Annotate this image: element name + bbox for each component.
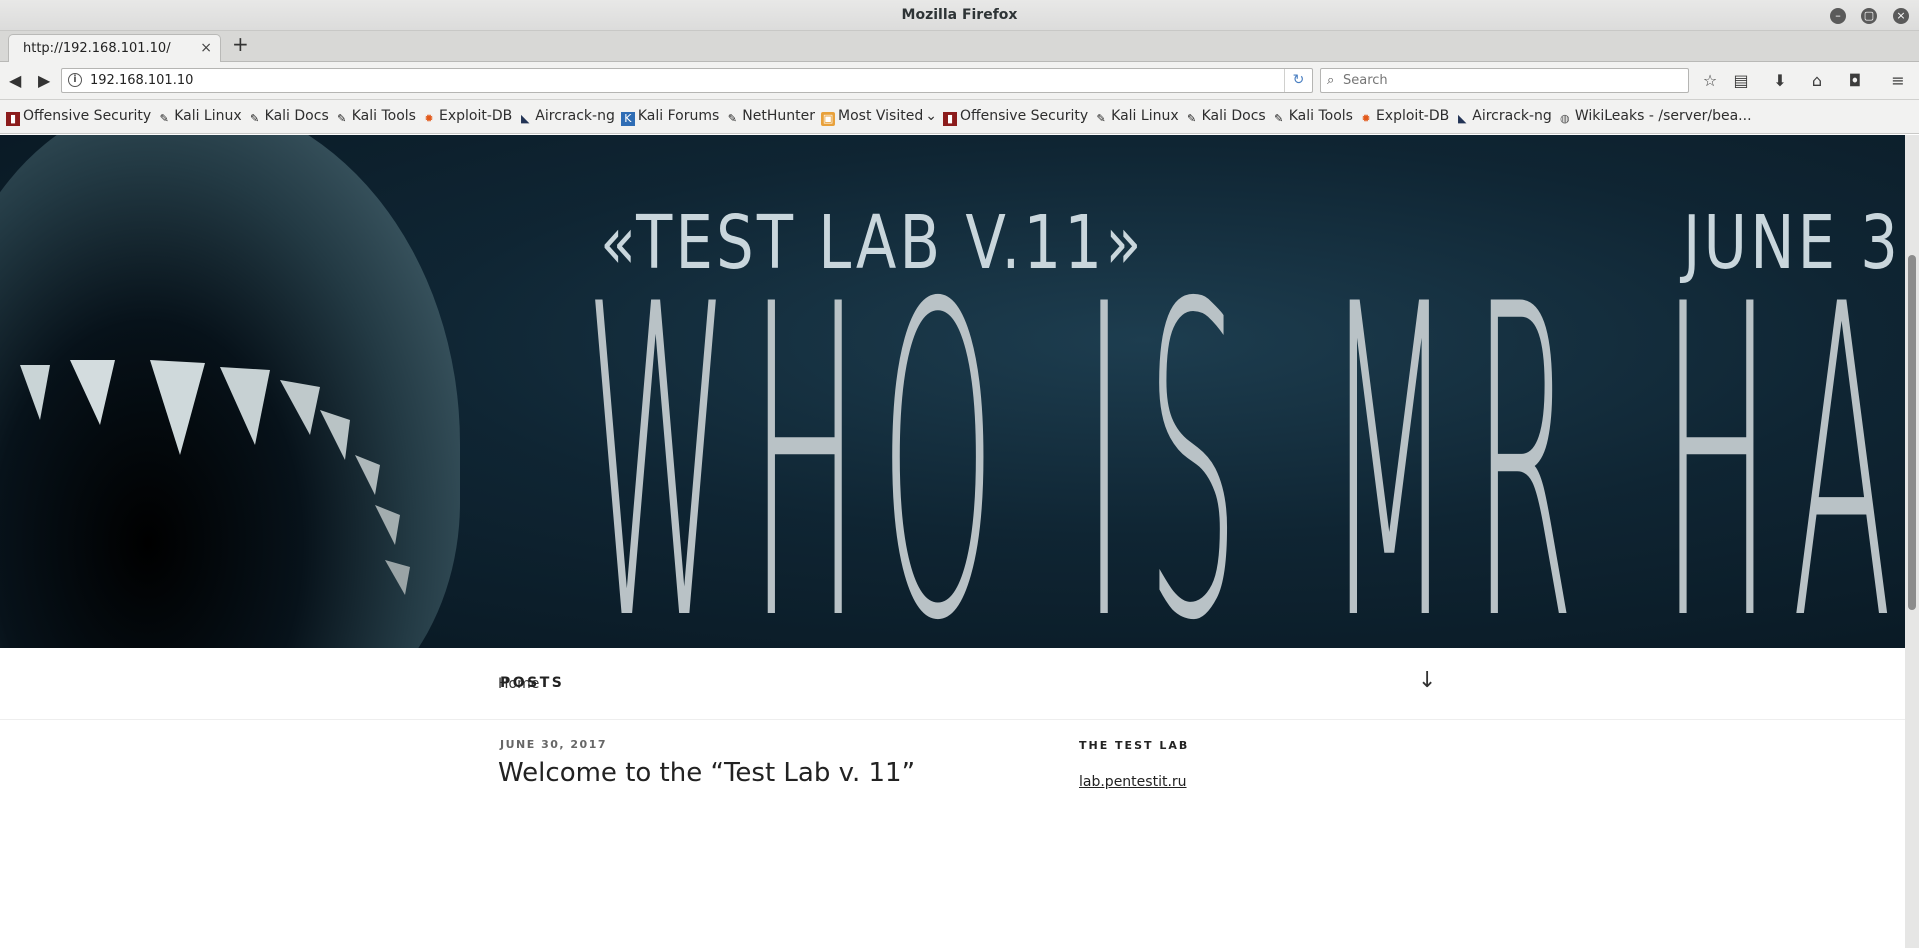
kali-icon: ✎ bbox=[727, 112, 737, 125]
bookmark-item[interactable]: ✹ Exploit-DB bbox=[422, 108, 512, 126]
window-titlebar: Mozilla Firefox – ▢ × bbox=[0, 0, 1919, 31]
bookmark-label: Exploit-DB bbox=[438, 108, 513, 124]
bookmark-label: Kali Linux bbox=[174, 108, 242, 124]
bookmark-item[interactable]: ✎ Kali Linux bbox=[1094, 108, 1179, 126]
chevron-down-icon: ⌄ bbox=[925, 108, 937, 124]
hero-title: WHO IS MR HACKE bbox=[585, 215, 1905, 648]
bookmark-item[interactable]: ▮ Offensive Security bbox=[6, 108, 151, 126]
bookmark-item[interactable]: ✎ Kali Docs bbox=[248, 108, 329, 126]
bookmarks-toolbar: ▮ Offensive Security ✎ Kali Linux ✎ Kali Docs… bbox=[0, 100, 1919, 134]
downloads-icon[interactable]: ⬇ bbox=[1770, 71, 1790, 90]
reload-icon[interactable]: ↻ bbox=[1284, 69, 1312, 92]
kali-icon: ✎ bbox=[337, 112, 347, 125]
kali-icon: ✎ bbox=[159, 112, 169, 125]
folder-icon: ▣ bbox=[821, 112, 836, 126]
page-viewport: «TEST LAB V.11» JUNE 30 WHO IS MR HACKE … bbox=[0, 135, 1905, 948]
site-info-icon[interactable]: i bbox=[68, 73, 82, 87]
search-icon: ⌕ bbox=[1327, 73, 1335, 88]
forum-icon: K bbox=[620, 112, 635, 126]
search-input[interactable] bbox=[1343, 71, 1673, 90]
new-tab-button[interactable]: + bbox=[232, 34, 249, 54]
scrollbar-thumb[interactable] bbox=[1908, 255, 1916, 610]
bookmark-item[interactable]: ◍ WikiLeaks - /server/bea... bbox=[1558, 108, 1752, 126]
kali-icon: ✎ bbox=[1274, 112, 1284, 125]
tab-close-icon[interactable]: × bbox=[200, 40, 212, 56]
page-scrollbar[interactable] bbox=[1905, 135, 1919, 948]
bookmark-label: Exploit-DB bbox=[1375, 108, 1450, 124]
close-window-button[interactable]: × bbox=[1893, 8, 1909, 24]
bookmark-star-icon[interactable]: ☆ bbox=[1700, 71, 1720, 90]
search-bar[interactable]: ⌕ bbox=[1320, 68, 1689, 93]
bookmark-item[interactable]: ▮ Offensive Security bbox=[942, 108, 1089, 126]
bookmark-label: Kali Linux bbox=[1111, 108, 1179, 124]
bookmark-label: Offensive Security bbox=[23, 108, 152, 124]
post-title[interactable]: Welcome to the “Test Lab v. 11” bbox=[498, 758, 915, 788]
bookmark-label: Kali Tools bbox=[351, 108, 416, 124]
bookmark-label: Kali Tools bbox=[1288, 108, 1353, 124]
minimize-button[interactable]: – bbox=[1830, 8, 1846, 24]
bookmark-item[interactable]: K Kali Forums bbox=[620, 108, 720, 126]
posts-heading: POSTS bbox=[500, 675, 565, 691]
header-image: «TEST LAB V.11» JUNE 30 WHO IS MR HACKE bbox=[0, 135, 1905, 648]
site-navigation: Home ↓ bbox=[0, 648, 1905, 720]
bookmark-label: Kali Docs bbox=[264, 108, 329, 124]
kali-icon: ✎ bbox=[1096, 112, 1106, 125]
menu-icon[interactable]: ≡ bbox=[1888, 71, 1908, 90]
maximize-button[interactable]: ▢ bbox=[1861, 8, 1877, 24]
bookmark-item[interactable]: ✹ Exploit-DB bbox=[1359, 108, 1449, 126]
navigation-toolbar: ◀ ▶ i 192.168.101.10 ↻ ⌕ ☆ ▤ ⬇ ⌂ ◘ ≡ bbox=[0, 62, 1919, 100]
pocket-icon[interactable]: ◘ bbox=[1845, 71, 1865, 90]
bookmark-item[interactable]: ✎ Kali Linux bbox=[157, 108, 242, 126]
back-arrow-icon[interactable]: ◀ bbox=[9, 71, 21, 90]
bookmark-label: Most Visited bbox=[838, 108, 924, 124]
bookmark-label: Aircrack-ng bbox=[1472, 108, 1552, 124]
bookmark-item[interactable]: ✎ Kali Tools bbox=[335, 108, 416, 126]
post-date[interactable]: JUNE 30, 2017 bbox=[500, 738, 607, 751]
widget-title: THE TEST LAB bbox=[1079, 739, 1190, 752]
tab-bar: http://192.168.101.10/ × bbox=[0, 31, 1919, 63]
offsec-icon: ▮ bbox=[6, 112, 20, 126]
bookmark-label: NetHunter bbox=[742, 108, 816, 124]
bookmark-item[interactable]: ◣ Aircrack-ng bbox=[1455, 108, 1552, 126]
bookmark-item[interactable]: ◣ Aircrack-ng bbox=[518, 108, 615, 126]
bookmark-label: Offensive Security bbox=[959, 108, 1089, 124]
bookmark-item[interactable]: ✎ Kali Docs bbox=[1185, 108, 1266, 126]
offsec-icon: ▮ bbox=[942, 112, 957, 126]
tab-active[interactable]: http://192.168.101.10/ × bbox=[8, 34, 221, 63]
aircrack-icon: ◣ bbox=[521, 112, 530, 125]
window-title: Mozilla Firefox bbox=[901, 7, 1018, 23]
wikileaks-icon: ◍ bbox=[1560, 112, 1570, 125]
exploitdb-icon: ✹ bbox=[424, 112, 434, 125]
kali-icon: ✎ bbox=[1187, 112, 1197, 125]
shark-teeth-image bbox=[20, 360, 410, 595]
bookmark-item[interactable]: ✎ NetHunter bbox=[725, 108, 815, 126]
url-text[interactable]: 192.168.101.10 bbox=[90, 73, 193, 88]
bookmark-label: WikiLeaks - /server/bea... bbox=[1574, 108, 1752, 124]
bookmark-label: Kali Forums bbox=[637, 108, 720, 124]
kali-icon: ✎ bbox=[250, 112, 260, 125]
bookmark-label: Aircrack-ng bbox=[535, 108, 615, 124]
reading-list-icon[interactable]: ▤ bbox=[1731, 71, 1751, 90]
tab-title: http://192.168.101.10/ bbox=[23, 41, 171, 56]
bookmark-item[interactable]: ▣ Most Visited ⌄ bbox=[821, 108, 937, 126]
aircrack-icon: ◣ bbox=[1458, 112, 1467, 125]
exploitdb-icon: ✹ bbox=[1361, 112, 1371, 125]
forward-arrow-icon[interactable]: ▶ bbox=[38, 71, 50, 90]
url-bar[interactable]: i 192.168.101.10 ↻ bbox=[61, 68, 1313, 93]
widget-link[interactable]: lab.pentestit.ru bbox=[1079, 774, 1187, 790]
home-icon[interactable]: ⌂ bbox=[1807, 71, 1827, 90]
bookmark-item[interactable]: ✎ Kali Tools bbox=[1272, 108, 1353, 126]
scroll-down-arrow-icon[interactable]: ↓ bbox=[1418, 668, 1436, 693]
bookmark-label: Kali Docs bbox=[1201, 108, 1266, 124]
